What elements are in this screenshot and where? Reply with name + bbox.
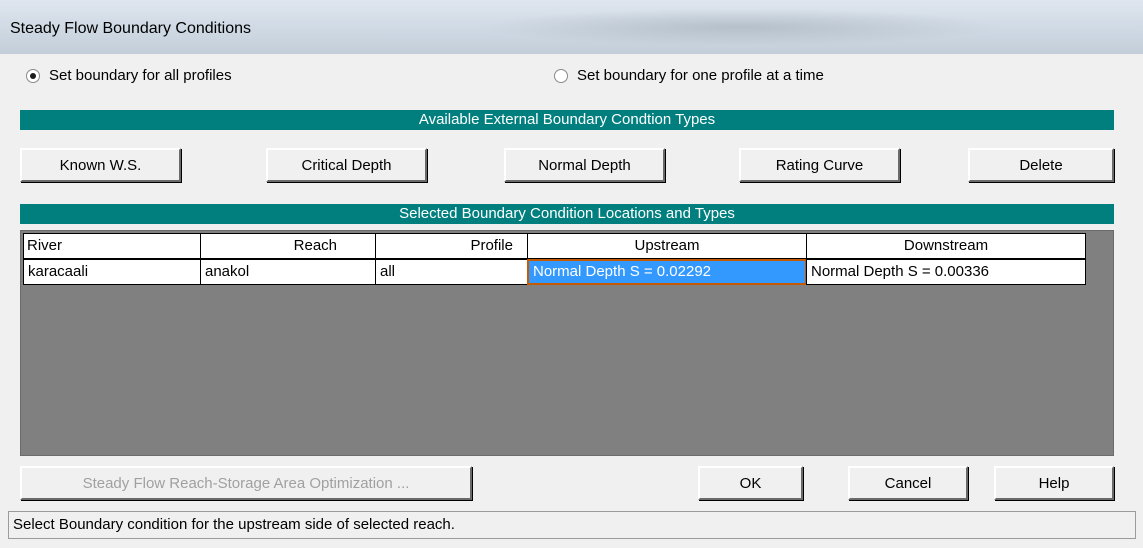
help-button[interactable]: Help bbox=[994, 466, 1114, 500]
column-header-upstream[interactable]: Upstream bbox=[527, 233, 807, 259]
normal-depth-button[interactable]: Normal Depth bbox=[504, 148, 665, 182]
locations-header: Selected Boundary Condition Locations an… bbox=[20, 204, 1114, 224]
delete-button[interactable]: Delete bbox=[968, 148, 1114, 182]
radio-unselected-icon[interactable] bbox=[554, 68, 568, 83]
table-cell-upstream-selected[interactable]: Normal Depth S = 0.02292 bbox=[527, 259, 807, 285]
table-cell-river[interactable]: karacaali bbox=[23, 259, 201, 285]
radio-selected-icon[interactable] bbox=[26, 68, 40, 83]
reach-storage-optimization-button[interactable]: Steady Flow Reach-Storage Area Optimizat… bbox=[20, 466, 472, 500]
critical-depth-button[interactable]: Critical Depth bbox=[266, 148, 427, 182]
radio-set-all-profiles[interactable]: Set boundary for all profiles bbox=[26, 67, 232, 84]
status-bar: Select Boundary condition for the upstre… bbox=[8, 511, 1136, 539]
radio-label: Set boundary for all profiles bbox=[49, 67, 232, 84]
known-ws-button[interactable]: Known W.S. bbox=[20, 148, 181, 182]
table-cell-downstream[interactable]: Normal Depth S = 0.00336 bbox=[806, 259, 1086, 285]
radio-set-one-profile[interactable]: Set boundary for one profile at a time bbox=[554, 67, 824, 84]
column-header-downstream[interactable]: Downstream bbox=[806, 233, 1086, 259]
window-title: Steady Flow Boundary Conditions bbox=[10, 20, 252, 37]
dialog-body: Set boundary for all profiles Set bounda… bbox=[8, 54, 1136, 548]
radio-dot-icon bbox=[30, 72, 36, 79]
available-types-header: Available External Boundary Condtion Typ… bbox=[20, 110, 1114, 130]
ok-button[interactable]: OK bbox=[698, 466, 803, 500]
boundary-conditions-table[interactable]: River Reach Profile Upstream Downstream … bbox=[20, 230, 1114, 456]
column-header-reach[interactable]: Reach bbox=[200, 233, 376, 259]
table-cell-reach[interactable]: anakol bbox=[200, 259, 376, 285]
title-bar-background-blur bbox=[480, 8, 1000, 46]
title-bar: Steady Flow Boundary Conditions bbox=[0, 0, 1143, 54]
column-header-profile[interactable]: Profile bbox=[375, 233, 528, 259]
radio-label: Set boundary for one profile at a time bbox=[577, 67, 824, 84]
cancel-button[interactable]: Cancel bbox=[848, 466, 968, 500]
rating-curve-button[interactable]: Rating Curve bbox=[739, 148, 900, 182]
table-cell-profile[interactable]: all bbox=[375, 259, 528, 285]
column-header-river[interactable]: River bbox=[23, 233, 201, 259]
